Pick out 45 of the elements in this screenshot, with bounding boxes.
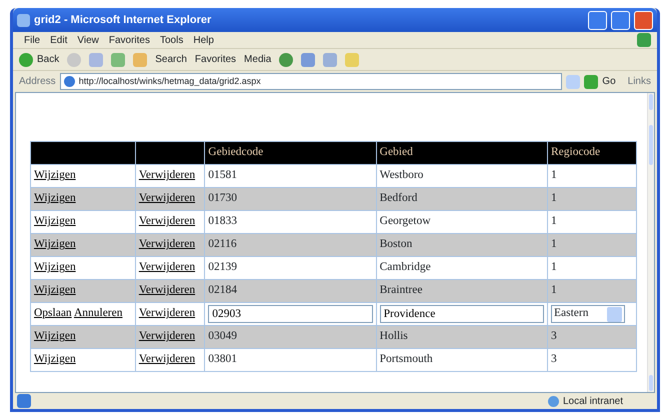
area-field[interactable]: Providence	[380, 304, 544, 323]
menu-item[interactable]: Edit	[45, 32, 72, 48]
dropdown-icon[interactable]	[566, 74, 580, 88]
table-cell: 1	[547, 188, 636, 210]
maximize-button[interactable]	[611, 10, 630, 30]
column-header: Gebied	[376, 142, 548, 164]
table-cell: 03801	[204, 348, 376, 372]
status-zone: Local intranet	[548, 394, 623, 408]
address-label: Address	[19, 75, 56, 89]
table-cell: 1	[547, 234, 636, 256]
menu-item[interactable]: Favorites	[104, 32, 155, 48]
table-cell: 02116	[204, 234, 376, 256]
menu-item[interactable]: Help	[188, 32, 219, 48]
scrollbar[interactable]	[647, 93, 654, 392]
table-cell: 02184	[204, 280, 376, 302]
window-title: grid2 - Microsoft Internet Explorer	[34, 12, 212, 28]
table-cell: 1	[547, 280, 636, 302]
table-cell: Boston	[376, 234, 548, 256]
column-header: Gebiedcode	[204, 142, 376, 164]
table-cell: Hollis	[376, 326, 548, 348]
caret-icon	[606, 306, 622, 322]
column-header: Regiocode	[547, 142, 636, 164]
table-cell: 3	[547, 326, 636, 348]
media-button[interactable]: Media	[244, 52, 272, 67]
menu-item[interactable]: File	[19, 32, 46, 48]
row-action-link[interactable]: Annuleren	[74, 307, 122, 320]
address-field[interactable]: http://localhost/winks/hetmag_data/grid2.aspx	[60, 73, 562, 90]
back-button[interactable]: Back	[19, 52, 60, 67]
code-field[interactable]: 02903	[208, 304, 373, 323]
row-action-link[interactable]: Opslaan	[34, 307, 72, 320]
table-cell: 03049	[204, 326, 376, 348]
minimize-button[interactable]	[588, 10, 607, 30]
table-cell: 3	[547, 348, 636, 372]
table-cell: Braintree	[376, 280, 548, 302]
search-button[interactable]: Search	[155, 52, 187, 67]
go-button[interactable]: Go	[584, 74, 616, 89]
favorites-button[interactable]: Favorites	[194, 52, 236, 67]
table-cell: 01730	[204, 188, 376, 210]
table-cell: Bedford	[376, 188, 548, 210]
region-dropdown[interactable]: Eastern	[550, 305, 625, 323]
links-button[interactable]: Links	[628, 74, 651, 89]
menu-item[interactable]: View	[72, 32, 104, 48]
menu-item[interactable]: Tools	[154, 32, 188, 48]
close-button[interactable]	[634, 10, 653, 30]
table-cell: Portsmouth	[376, 348, 548, 372]
